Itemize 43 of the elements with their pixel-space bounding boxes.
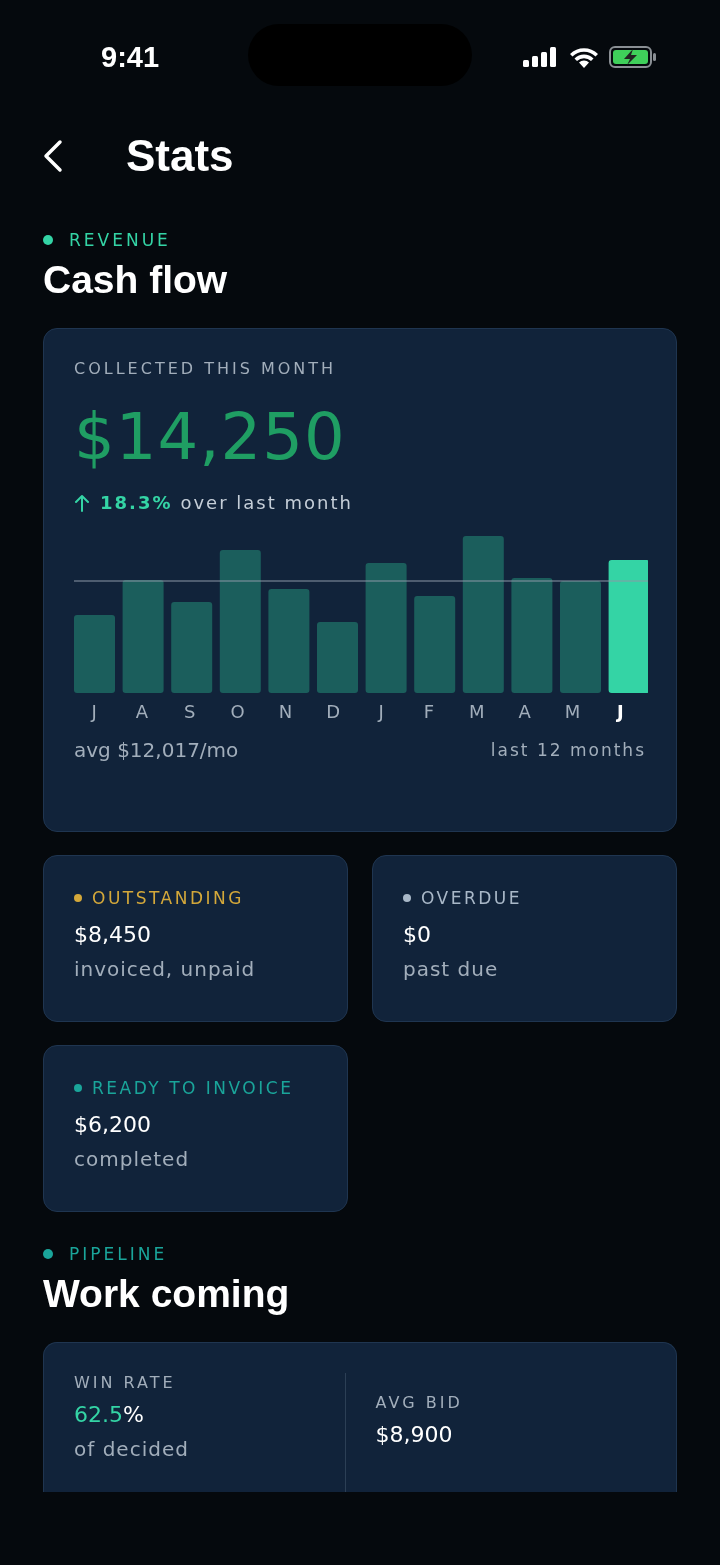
stat-label: AVG BID bbox=[375, 1393, 464, 1412]
collected-amount: $14,250 bbox=[74, 400, 347, 474]
arrow-up-icon bbox=[74, 493, 90, 512]
average-text: avg $12,017/mo bbox=[74, 738, 239, 762]
metric-amount: $0 bbox=[403, 922, 432, 947]
metric-note: completed bbox=[74, 1147, 191, 1171]
metric-label: OUTSTANDING bbox=[92, 888, 244, 908]
signal-icon bbox=[523, 47, 559, 67]
month-label: J bbox=[376, 701, 385, 722]
section-label: PIPELINE bbox=[69, 1244, 168, 1264]
metric-note: past due bbox=[403, 957, 500, 981]
change-text: over last month bbox=[180, 492, 353, 513]
metric-amount: $6,200 bbox=[74, 1112, 152, 1137]
change-percent: 18.3% bbox=[100, 492, 173, 513]
card-label: COLLECTED THIS MONTH bbox=[74, 359, 338, 378]
metric-label: OVERDUE bbox=[421, 888, 523, 908]
metric-amount: $8,450 bbox=[74, 922, 152, 947]
month-label: N bbox=[277, 701, 294, 722]
month-label: O bbox=[229, 701, 246, 722]
status-time: 9:41 bbox=[101, 40, 160, 74]
month-label: S bbox=[183, 701, 197, 722]
month-label: A bbox=[517, 701, 532, 722]
month-label: M bbox=[467, 701, 486, 722]
page-title: Stats bbox=[126, 131, 234, 181]
month-label: M bbox=[563, 701, 582, 722]
metric-note: invoiced, unpaid bbox=[74, 957, 257, 981]
section-label: REVENUE bbox=[69, 230, 171, 250]
stat-value: $8,900 bbox=[375, 1422, 453, 1447]
section-title: Work coming bbox=[43, 1272, 291, 1316]
period-text: last 12 months bbox=[490, 740, 646, 760]
stat-unit: % bbox=[123, 1402, 144, 1427]
stat-label: WIN RATE bbox=[74, 1373, 177, 1392]
stat-value: 62.5 bbox=[74, 1402, 123, 1427]
month-label: A bbox=[134, 701, 150, 722]
metric-label: READY TO INVOICE bbox=[92, 1078, 294, 1098]
section-title: Cash flow bbox=[43, 258, 229, 302]
month-label: J bbox=[89, 701, 98, 722]
wifi-icon bbox=[569, 46, 599, 68]
month-label: F bbox=[422, 701, 436, 722]
battery-charging-icon bbox=[609, 46, 657, 68]
month-label: D bbox=[325, 701, 342, 722]
stat-note: of decided bbox=[74, 1437, 190, 1461]
month-label: J bbox=[615, 701, 625, 722]
